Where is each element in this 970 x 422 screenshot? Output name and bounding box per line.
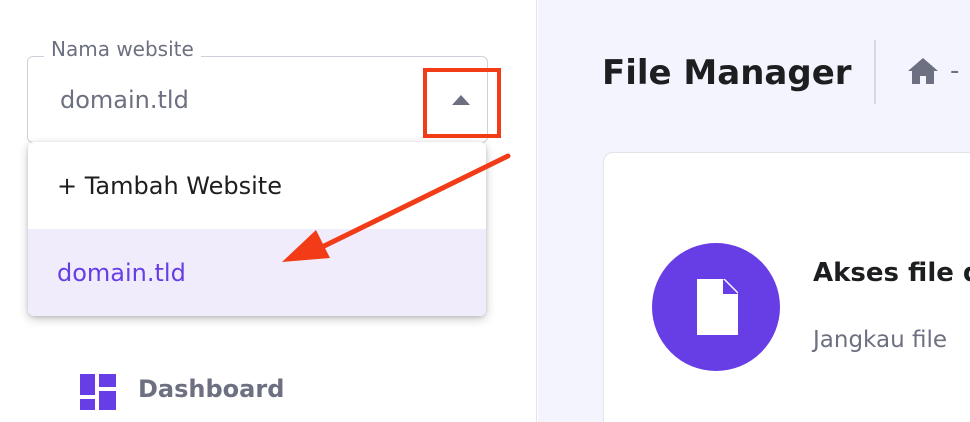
main-content: File Manager - Akses file d Jangkau file xyxy=(538,0,970,422)
website-select-label: Nama website xyxy=(44,36,201,62)
file-access-card[interactable]: Akses file d Jangkau file xyxy=(603,152,970,422)
sidebar-item-dashboard[interactable]: Dashboard xyxy=(80,372,284,412)
website-select[interactable]: domain.tld xyxy=(27,56,488,143)
dashboard-grid-icon xyxy=(80,374,116,410)
website-select-value: domain.tld xyxy=(60,86,189,114)
website-dropdown-menu: + Tambah Website domain.tld xyxy=(28,142,486,316)
card-title: Akses file d xyxy=(813,258,970,288)
dropdown-option-add-website[interactable]: + Tambah Website xyxy=(28,142,486,229)
dropdown-option-domain[interactable]: domain.tld xyxy=(28,229,486,316)
breadcrumb-separator: - xyxy=(950,56,960,86)
file-icon xyxy=(652,243,780,371)
page-title: File Manager xyxy=(602,53,852,93)
annotation-highlight-box xyxy=(423,68,501,138)
card-description: Jangkau file xyxy=(813,327,947,353)
sidebar: domain.tld Nama website + Tambah Website… xyxy=(0,0,537,422)
sidebar-item-label: Dashboard xyxy=(138,375,285,403)
title-divider xyxy=(874,40,876,104)
home-icon[interactable] xyxy=(906,56,940,86)
